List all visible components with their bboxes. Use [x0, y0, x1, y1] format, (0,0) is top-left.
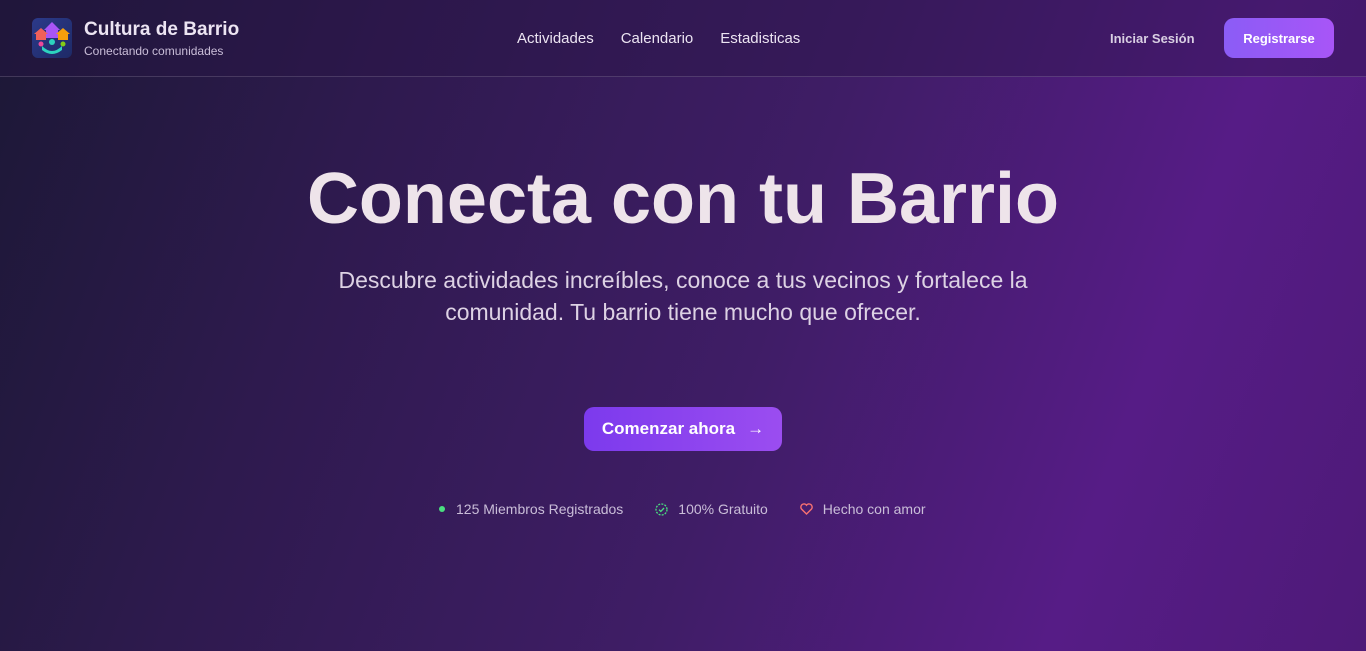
- start-now-button[interactable]: Comenzar ahora →: [584, 407, 782, 451]
- main-nav: Actividades Calendario Estadisticas: [517, 30, 800, 47]
- stat-label: Hecho con amor: [822, 501, 926, 517]
- brand-subtitle: Conectando comunidades: [84, 44, 224, 58]
- stats-row: 125 Miembros Registrados 100% Gratuito H…: [438, 501, 926, 517]
- stat-love: Hecho con amor: [800, 501, 926, 517]
- hero-subtitle: Descubre actividades increíbles, conoce …: [338, 267, 1028, 325]
- nav-estadisticas[interactable]: Estadisticas: [720, 30, 800, 47]
- stat-free: 100% Gratuito: [655, 501, 768, 517]
- brand-title: Cultura de Barrio: [84, 19, 240, 40]
- community-houses-icon: [34, 22, 70, 54]
- logo[interactable]: [32, 18, 72, 58]
- nav-calendario[interactable]: Calendario: [621, 30, 694, 47]
- hero-title: Conecta con tu Barrio: [306, 159, 1060, 239]
- cta-label: Comenzar ahora: [601, 419, 736, 438]
- green-dot-icon: [439, 506, 445, 512]
- login-link[interactable]: Iniciar Sesión: [1110, 31, 1195, 46]
- top-navbar: Cultura de Barrio Conectando comunidades…: [0, 0, 1366, 77]
- check-circle-icon: [655, 502, 668, 516]
- stat-label: 100% Gratuito: [678, 501, 768, 517]
- heart-icon: [800, 503, 813, 515]
- register-button[interactable]: Registrarse: [1224, 18, 1334, 58]
- stat-members: 125 Miembros Registrados: [438, 501, 623, 517]
- stat-label: 125 Miembros Registrados: [456, 501, 624, 517]
- arrow-right-icon: →: [747, 419, 765, 438]
- nav-actividades[interactable]: Actividades: [517, 30, 594, 47]
